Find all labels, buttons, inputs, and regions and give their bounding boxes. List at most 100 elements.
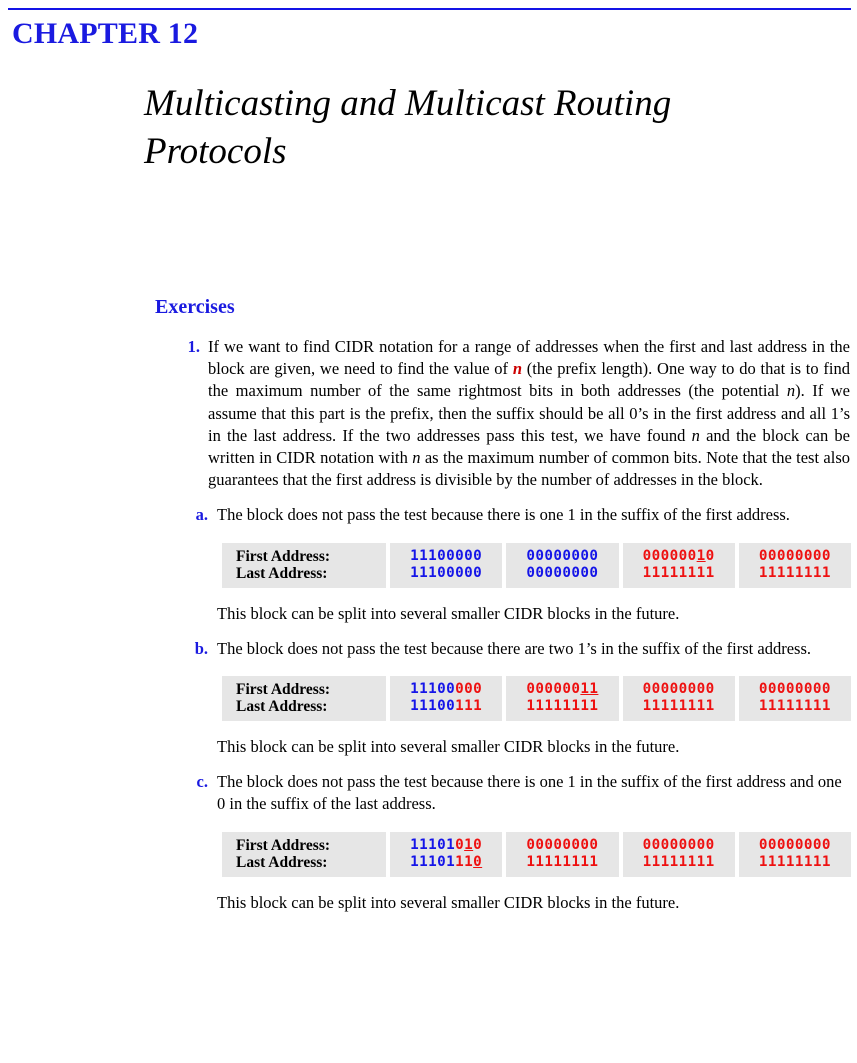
address-table-labels: First Address: Last Address: [222, 676, 386, 722]
first-address-octet: 00000000 [739, 837, 851, 854]
bit-segment: 000000 [642, 547, 697, 564]
bit-segment: 11111111 [642, 564, 715, 581]
first-address-octet: 00000000 [623, 681, 735, 698]
left-gutter [0, 736, 217, 758]
subitem-note-text: This block can be split into several sma… [217, 603, 680, 623]
subitem-text: The block does not pass the test because… [217, 505, 790, 525]
bit-segment: 11 [455, 853, 474, 870]
bit-segment: 11111111 [642, 698, 715, 715]
first-address-octet: 00000011 [506, 681, 618, 698]
last-address-octet: 11101110 [390, 854, 502, 871]
address-table: First Address: Last Address: 11101010 11101… [222, 831, 851, 877]
bit-segment: 000000 [526, 681, 581, 698]
subitem-note-text: This block can be split into several sma… [217, 737, 680, 757]
bit-segment: 0 [455, 836, 465, 853]
item1-var-n-3: n [691, 425, 700, 445]
bit-segment: 11101 [410, 836, 456, 853]
last-address-octet: 11111111 [739, 565, 851, 582]
bit-segment: 00000000 [526, 564, 599, 581]
exercises-heading: Exercises [155, 296, 235, 318]
last-address-label: Last Address: [236, 853, 328, 871]
chapter-label: CHAPTER 12 [12, 17, 199, 50]
bit-segment: 00000000 [642, 836, 715, 853]
address-octet-cell: 11100000 11100111 [390, 676, 503, 722]
bit-segment: 11 [580, 681, 599, 698]
last-address-octet: 11111111 [506, 854, 618, 871]
first-address-label: First Address: [236, 836, 331, 854]
subitem-note: This block can be split into several sma… [0, 736, 857, 758]
first-address-octet: 00000010 [623, 548, 735, 565]
bit-segment: 00000000 [526, 547, 599, 564]
bit-segment: 11100 [410, 681, 456, 698]
bit-segment: 11101 [410, 853, 456, 870]
subitem-text: The block does not pass the test because… [217, 638, 811, 658]
address-table: First Address: Last Address: 11100000 11100… [222, 542, 851, 588]
bit-segment: 1 [464, 836, 474, 853]
subitem-note: This block can be split into several sma… [0, 892, 857, 914]
address-octet-cell: 00000011 11111111 [506, 676, 619, 722]
first-address-octet: 11100000 [390, 681, 502, 698]
exercises-content: 1. If we want to find CIDR notation for … [0, 336, 857, 914]
address-octet-cell: 00000000 00000000 [506, 542, 619, 588]
bit-segment: 11111111 [642, 853, 715, 870]
address-octet-cell: 00000000 11111111 [622, 831, 735, 877]
bit-segment: 11100 [410, 698, 456, 715]
first-address-octet: 11100000 [390, 548, 502, 565]
bit-segment: 0 [473, 836, 483, 853]
subitem-note-text: This block can be split into several sma… [217, 892, 680, 912]
bit-segment: 11111111 [526, 698, 599, 715]
last-address-octet: 11111111 [623, 565, 735, 582]
chapter-title: Multicasting and Multicast Routing Proto… [144, 83, 672, 172]
bit-segment: 11111111 [758, 564, 831, 581]
last-address-octet: 11100000 [390, 565, 502, 582]
last-address-label: Last Address: [236, 698, 328, 716]
exercise-subitems: a. The block does not pass the test becau… [0, 504, 857, 913]
last-address-label: Last Address: [236, 564, 328, 582]
exercise-subitem-a: a. The block does not pass the test becau… [0, 504, 857, 526]
last-address-octet: 11100111 [390, 698, 502, 715]
bit-segment: 11111111 [758, 698, 831, 715]
bit-segment: 1 [696, 547, 706, 564]
bit-segment: 111 [455, 698, 483, 715]
first-address-label: First Address: [236, 681, 331, 699]
bit-segment: 0 [473, 853, 483, 870]
address-table-labels: First Address: Last Address: [222, 542, 386, 588]
bit-segment: 11111111 [758, 853, 831, 870]
exercise-item-1-body: If we want to find CIDR notation for a r… [200, 336, 857, 491]
address-octet-cell: 00000000 11111111 [622, 676, 735, 722]
first-address-label: First Address: [236, 547, 331, 565]
exercise-subitem-b: b. The block does not pass the test becau… [0, 638, 857, 660]
exercise-subitem-c: c. The block does not pass the test becau… [0, 771, 857, 815]
exercise-item-1: 1. If we want to find CIDR notation for … [0, 336, 857, 491]
first-address-octet: 00000000 [506, 837, 618, 854]
bit-segment: 11100000 [410, 547, 483, 564]
bit-segment: 00000000 [758, 836, 831, 853]
left-gutter [0, 892, 217, 914]
last-address-octet: 11111111 [623, 698, 735, 715]
first-address-octet: 11101010 [390, 837, 502, 854]
address-octet-cell: 11100000 11100000 [390, 542, 503, 588]
address-octet-cell: 11101010 11101110 [390, 831, 503, 877]
bit-segment: 00000000 [526, 836, 599, 853]
bit-segment: 00000000 [758, 681, 831, 698]
bit-segment: 000 [455, 681, 483, 698]
address-octet-cell: 00000000 11111111 [506, 831, 619, 877]
last-address-octet: 11111111 [623, 854, 735, 871]
exercise-item-1-number: 1. [187, 337, 200, 356]
subitem-text: The block does not pass the test because… [217, 772, 842, 814]
first-address-octet: 00000000 [739, 681, 851, 698]
subitem-letter: a. [195, 505, 208, 525]
subitem-letter: c. [196, 772, 208, 792]
last-address-octet: 11111111 [739, 698, 851, 715]
item1-var-n-2: n [786, 381, 796, 401]
last-address-octet: 00000000 [506, 565, 618, 582]
bit-segment: 00000000 [642, 681, 715, 698]
address-octet-cell: 00000000 11111111 [738, 831, 851, 877]
address-octet-cell: 00000000 11111111 [738, 676, 851, 722]
page-top-rule [8, 8, 851, 10]
first-address-octet: 00000000 [623, 837, 735, 854]
item1-var-n-1: n [512, 359, 523, 379]
first-address-octet: 00000000 [739, 548, 851, 565]
bit-segment: 11100000 [410, 564, 483, 581]
bit-segment: 0 [705, 547, 715, 564]
